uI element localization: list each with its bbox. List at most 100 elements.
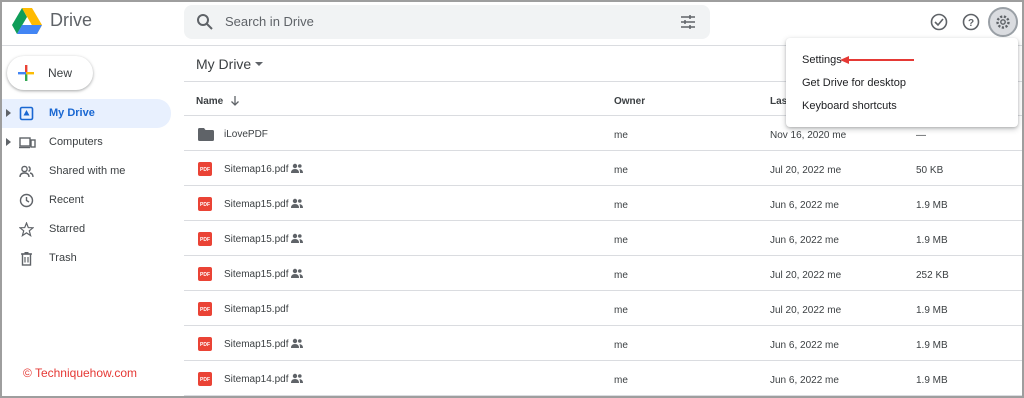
trash-icon — [21, 252, 32, 266]
shared-people-icon — [291, 338, 303, 348]
plus-icon — [18, 65, 34, 81]
file-owner: me — [614, 375, 628, 386]
file-size: 1.9 MB — [916, 235, 948, 246]
column-header-name[interactable]: Name — [196, 96, 223, 107]
pdf-icon: PDF — [198, 197, 212, 211]
menu-item-settings[interactable]: Settings — [802, 54, 842, 66]
pdf-icon: PDF — [198, 232, 212, 246]
svg-text:PDF: PDF — [200, 272, 210, 278]
search-bar[interactable]: Search in Drive — [184, 5, 710, 39]
offline-check-icon[interactable] — [929, 12, 949, 32]
table-row[interactable]: PDF Sitemap15.pdf me Jun 6, 2022 me 1.9 … — [184, 221, 1024, 256]
pdf-icon: PDF — [198, 337, 212, 351]
watermark: © Techniquehow.com — [23, 366, 138, 380]
file-size: — — [916, 130, 926, 141]
table-row[interactable]: PDF Sitemap15.pdf me Jul 20, 2022 me 252… — [184, 256, 1024, 291]
menu-item-keyboard-shortcuts[interactable]: Keyboard shortcuts — [802, 100, 897, 112]
file-modified: Nov 16, 2020 me — [770, 130, 847, 141]
svg-text:PDF: PDF — [200, 237, 210, 243]
search-icon[interactable] — [196, 13, 214, 31]
file-size: 1.9 MB — [916, 375, 948, 386]
sort-arrow-icon[interactable] — [230, 96, 240, 106]
table-row[interactable]: PDF Sitemap15.pdf me Jul 20, 2022 me 1.9… — [184, 291, 1024, 326]
settings-menu: Settings Get Drive for desktop Keyboard … — [786, 38, 1018, 127]
sidebar-item-shared-with-me[interactable]: Shared with me — [0, 157, 171, 186]
expand-caret-icon[interactable] — [6, 138, 11, 146]
file-owner: me — [614, 200, 628, 211]
file-owner: me — [614, 270, 628, 281]
file-name: Sitemap15.pdf — [224, 269, 289, 280]
sidebar-item-recent[interactable]: Recent — [0, 186, 171, 215]
sidebar-nav: My Drive Computers Shared with me Recent… — [0, 99, 172, 273]
file-name: Sitemap16.pdf — [224, 164, 289, 175]
settings-icon[interactable] — [994, 13, 1012, 31]
menu-item-get-drive-for-desktop[interactable]: Get Drive for desktop — [802, 77, 906, 89]
filter-icon[interactable] — [680, 14, 696, 30]
file-size: 252 KB — [916, 270, 949, 281]
table-row[interactable]: PDF Sitemap14.pdf me Jun 6, 2022 me 1.9 … — [184, 361, 1024, 396]
file-modified: Jul 20, 2022 me — [770, 270, 842, 281]
column-header-last-modified[interactable]: Las — [770, 96, 787, 107]
svg-text:PDF: PDF — [200, 342, 210, 348]
file-size: 1.9 MB — [916, 340, 948, 351]
annotation-arrow-icon — [840, 56, 914, 64]
sidebar-item-label: Shared with me — [49, 165, 126, 177]
settings-button[interactable] — [988, 7, 1018, 37]
new-button-label: New — [48, 66, 73, 80]
app-title[interactable]: Drive — [50, 10, 92, 31]
pdf-icon: PDF — [198, 267, 212, 281]
file-owner: me — [614, 130, 628, 141]
file-name: Sitemap15.pdf — [224, 339, 289, 350]
shared-people-icon — [291, 233, 303, 243]
file-modified: Jul 20, 2022 me — [770, 165, 842, 176]
column-header-owner[interactable]: Owner — [614, 96, 645, 107]
page-title[interactable]: My Drive — [196, 56, 251, 72]
table-row[interactable]: PDF Sitemap15.pdf me Jun 6, 2022 me 1.9 … — [184, 326, 1024, 361]
shared-people-icon — [291, 268, 303, 278]
file-owner: me — [614, 235, 628, 246]
file-size: 1.9 MB — [916, 200, 948, 211]
file-name: Sitemap15.pdf — [224, 304, 289, 315]
file-owner: me — [614, 340, 628, 351]
sidebar-item-my-drive[interactable]: My Drive — [0, 99, 171, 128]
sidebar-item-label: Starred — [49, 223, 86, 235]
sidebar-item-computers[interactable]: Computers — [0, 128, 171, 157]
table-row[interactable]: PDF Sitemap16.pdf me Jul 20, 2022 me 50 … — [184, 151, 1024, 186]
file-size: 1.9 MB — [916, 305, 948, 316]
shared-people-icon — [291, 373, 303, 383]
new-button[interactable]: New — [7, 56, 93, 90]
computers-icon — [19, 137, 36, 149]
file-owner: me — [614, 165, 628, 176]
sidebar-item-trash[interactable]: Trash — [0, 244, 171, 273]
file-name: Sitemap15.pdf — [224, 234, 289, 245]
pdf-icon: PDF — [198, 372, 212, 386]
file-list: Name Owner Las iLovePDF me Nov 16, 2020 … — [184, 82, 1024, 396]
clock-icon — [19, 193, 34, 208]
svg-text:PDF: PDF — [200, 377, 210, 383]
sidebar-item-label: Recent — [49, 194, 84, 206]
shared-people-icon — [291, 163, 303, 173]
shared-icon — [19, 165, 34, 178]
sidebar-item-label: My Drive — [49, 107, 95, 119]
table-row[interactable]: PDF Sitemap15.pdf me Jun 6, 2022 me 1.9 … — [184, 186, 1024, 221]
pdf-icon: PDF — [198, 302, 212, 316]
search-input[interactable]: Search in Drive — [225, 14, 314, 29]
svg-text:PDF: PDF — [200, 167, 210, 173]
file-modified: Jun 6, 2022 me — [770, 235, 839, 246]
chevron-down-icon[interactable] — [255, 62, 263, 66]
file-name: Sitemap14.pdf — [224, 374, 289, 385]
drive-logo[interactable] — [12, 7, 42, 35]
file-size: 50 KB — [916, 165, 944, 176]
file-modified: Jun 6, 2022 me — [770, 375, 839, 386]
sidebar-item-label: Computers — [49, 136, 103, 148]
svg-text:?: ? — [968, 18, 974, 29]
help-icon[interactable]: ? — [961, 12, 981, 32]
file-name: iLovePDF — [224, 129, 268, 140]
shared-people-icon — [291, 198, 303, 208]
star-icon — [19, 222, 34, 237]
file-name: Sitemap15.pdf — [224, 199, 289, 210]
expand-caret-icon[interactable] — [6, 109, 11, 117]
file-modified: Jul 20, 2022 me — [770, 305, 842, 316]
sidebar-item-starred[interactable]: Starred — [0, 215, 171, 244]
my-drive-icon — [19, 106, 34, 121]
